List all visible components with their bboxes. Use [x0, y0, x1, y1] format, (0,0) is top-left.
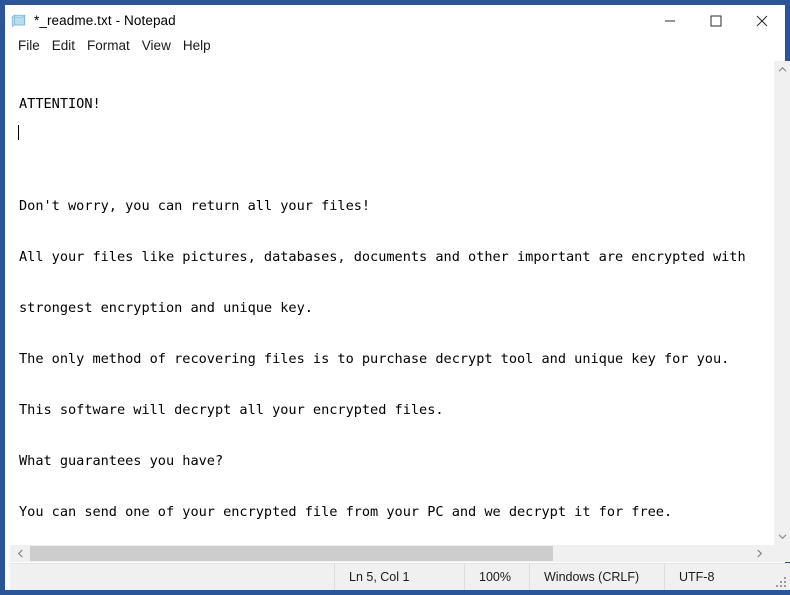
menu-bar: File Edit Format View Help — [5, 36, 785, 56]
text-line — [19, 147, 746, 164]
status-line-endings: Windows (CRLF) — [529, 564, 664, 590]
window-controls — [647, 5, 785, 36]
status-cursor-position: Ln 5, Col 1 — [334, 564, 464, 590]
status-encoding: UTF-8 — [664, 564, 774, 590]
text-line: strongest encryption and unique key. — [19, 300, 313, 316]
notepad-window: *_readme.txt - Notepad File Edit Format … — [0, 0, 790, 595]
chevron-up-icon — [778, 66, 786, 72]
scrollbar-corner — [772, 545, 790, 562]
window-title: *_readme.txt - Notepad — [34, 13, 176, 28]
text-line: The only method of recovering files is t… — [19, 351, 730, 367]
minimize-button[interactable] — [647, 5, 693, 36]
menu-item-file[interactable]: File — [12, 36, 46, 56]
text-editor[interactable]: ATTENTION! Don't worry, you can return a… — [10, 61, 764, 545]
chevron-left-icon — [17, 549, 23, 558]
scroll-left-button[interactable] — [12, 545, 29, 562]
scroll-up-button[interactable] — [774, 61, 790, 78]
resize-grip-icon[interactable] — [774, 564, 790, 590]
scroll-right-button[interactable] — [751, 545, 768, 562]
close-button[interactable] — [739, 5, 785, 36]
text-line: All your files like pictures, databases,… — [19, 249, 746, 265]
status-bar: Ln 5, Col 1 100% Windows (CRLF) UTF-8 — [10, 563, 790, 590]
maximize-button[interactable] — [693, 5, 739, 36]
notepad-document-icon — [11, 12, 29, 30]
text-line: Don't worry, you can return all your fil… — [19, 198, 371, 214]
title-bar[interactable]: *_readme.txt - Notepad — [5, 5, 785, 36]
text-line: This software will decrypt all your encr… — [19, 402, 444, 418]
maximize-icon — [710, 15, 722, 26]
scroll-down-button[interactable] — [774, 528, 790, 545]
vertical-scrollbar[interactable] — [773, 61, 790, 545]
chevron-down-icon — [778, 534, 786, 540]
text-line: ATTENTION! — [19, 96, 101, 112]
text-cursor — [18, 125, 19, 140]
text-line: You can send one of your encrypted file … — [19, 504, 673, 520]
close-icon — [756, 15, 768, 26]
menu-item-format[interactable]: Format — [81, 36, 136, 56]
horizontal-scrollbar[interactable] — [10, 545, 790, 562]
status-zoom-level: 100% — [464, 564, 529, 590]
editor-area: ATTENTION! Don't worry, you can return a… — [10, 61, 790, 545]
menu-item-help[interactable]: Help — [177, 36, 217, 56]
menu-item-view[interactable]: View — [136, 36, 177, 56]
chevron-right-icon — [757, 549, 763, 558]
text-line: What guarantees you have? — [19, 453, 224, 469]
minimize-icon — [665, 20, 675, 21]
document-text: ATTENTION! Don't worry, you can return a… — [19, 62, 746, 545]
menu-item-edit[interactable]: Edit — [46, 36, 81, 56]
horizontal-scrollbar-thumb[interactable] — [30, 546, 553, 561]
